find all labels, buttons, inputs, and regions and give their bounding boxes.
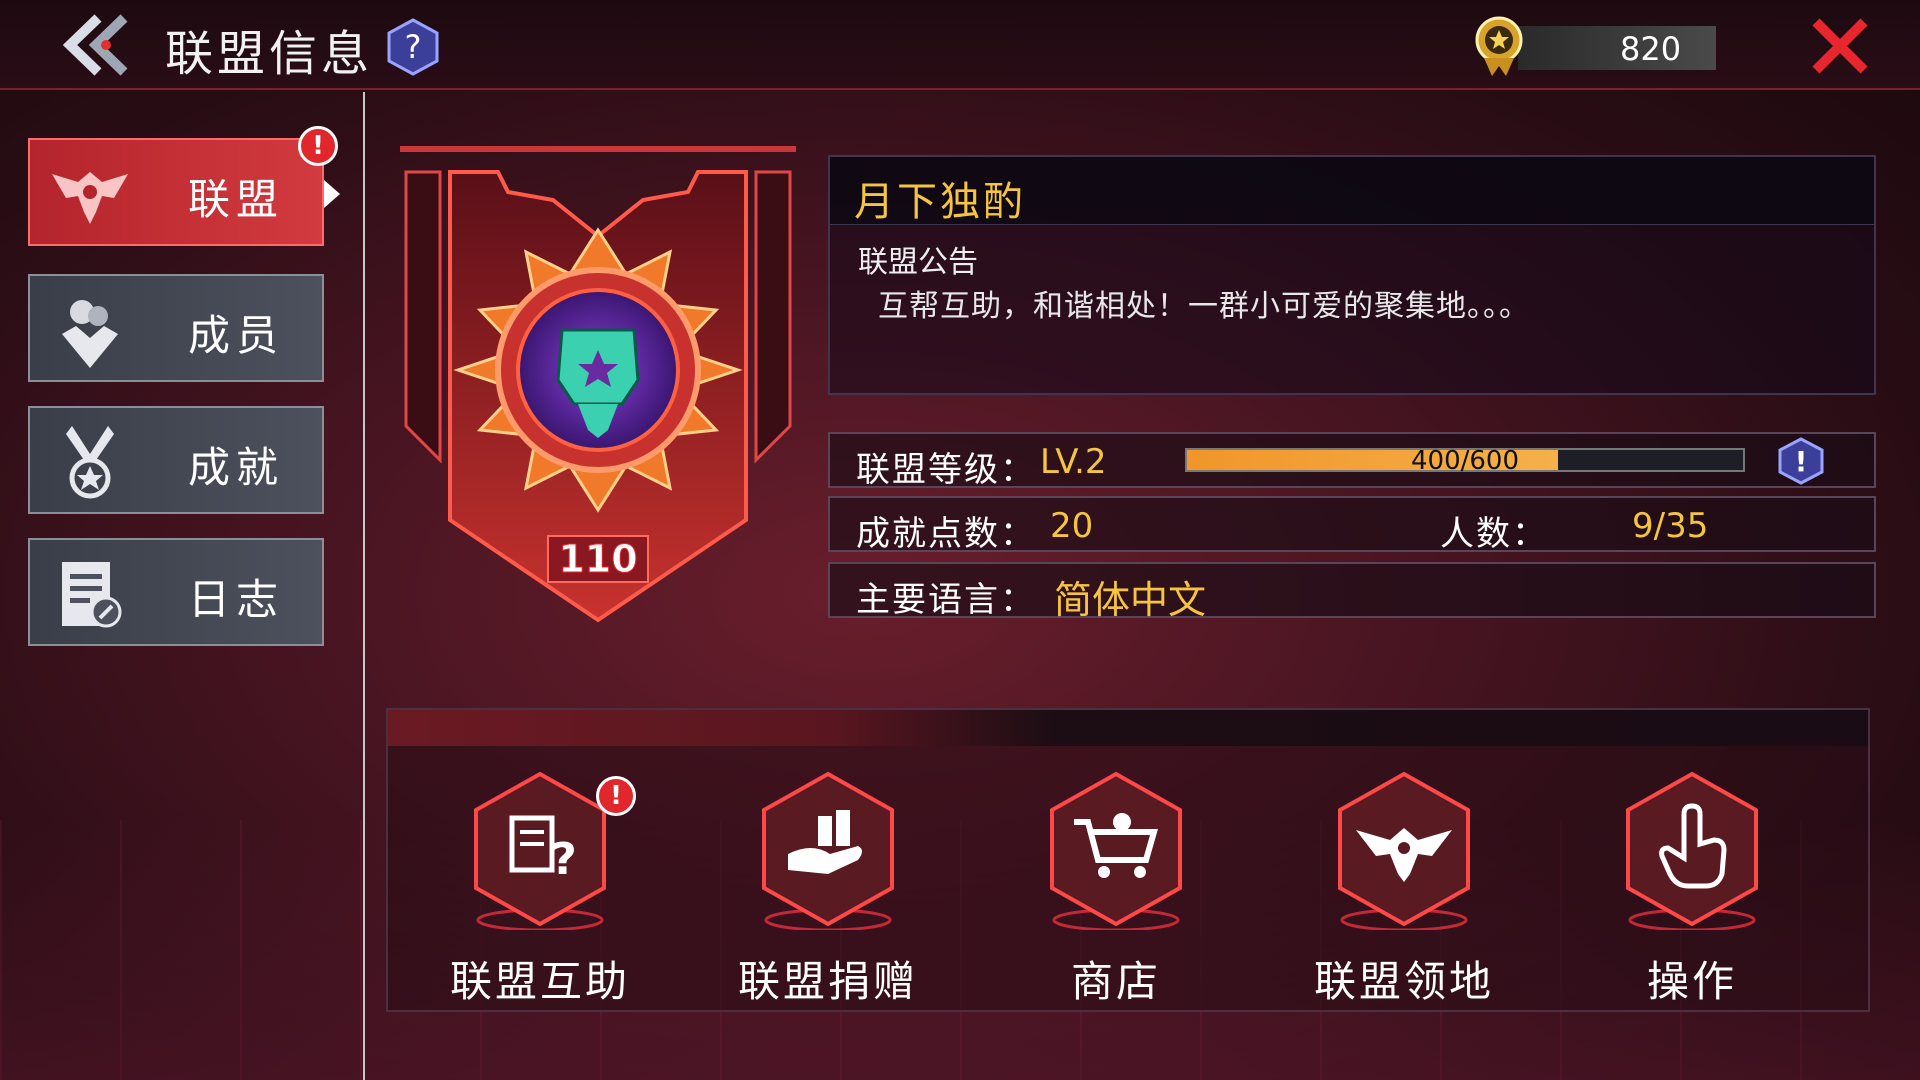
actions-header <box>388 710 1868 746</box>
sidebar-item-label: 日志 <box>188 575 285 624</box>
alliance-emblem: 110 <box>398 140 798 630</box>
action-label: 联盟捐赠 <box>737 957 918 1006</box>
donate-icon <box>762 771 894 930</box>
help-label: ? <box>405 28 422 66</box>
action-label: 联盟领地 <box>1313 957 1494 1006</box>
action-shop[interactable]: 商店 <box>996 770 1236 1010</box>
close-icon <box>1812 18 1868 74</box>
sidebar: 联盟 ! 成员 成就 日志 <box>0 92 365 1080</box>
action-label: 操作 <box>1646 957 1737 1006</box>
currency-display: 820 <box>1470 14 1730 78</box>
notice-text: 互帮互助，和谐相处！一群小可爱的聚集地。。。 <box>878 289 1530 324</box>
tap-hand-icon <box>1626 771 1758 930</box>
sidebar-item-label: 成员 <box>188 311 285 360</box>
currency-bar <box>1518 26 1716 70</box>
exp-progress-text: 400/600 <box>1410 446 1519 476</box>
winged-emblem-icon <box>52 172 128 224</box>
top-bar: 联盟信息 ? 820 <box>0 0 1920 90</box>
notice-title: 联盟公告 <box>858 245 978 280</box>
help-icon: ? <box>387 18 439 76</box>
achievement-label: 成就点数： <box>856 514 1036 554</box>
exp-progress-bar: 400/600 <box>1185 446 1745 476</box>
alert-badge: ! <box>596 776 636 816</box>
sidebar-item-label: 成就 <box>188 443 285 492</box>
language-row: 主要语言： 简体中文 <box>828 562 1876 622</box>
action-alliance-help[interactable]: ? ! 联盟互助 <box>420 770 660 1010</box>
action-operate[interactable]: 操作 <box>1572 770 1812 1010</box>
language-label: 主要语言： <box>856 580 1036 620</box>
members-icon <box>62 300 118 368</box>
alliance-name: 月下独酌 <box>830 157 1874 225</box>
sidebar-item-alliance[interactable]: 联盟 ! <box>28 126 340 246</box>
members-label: 人数： <box>1440 514 1548 554</box>
action-alliance-donate[interactable]: 联盟捐赠 <box>708 770 948 1010</box>
help-button[interactable]: ? <box>387 18 439 76</box>
svg-text:?: ? <box>551 834 577 885</box>
emblem-level-text: 110 <box>558 537 637 581</box>
level-value: LV.2 <box>1040 442 1107 482</box>
territory-icon <box>1338 771 1470 930</box>
alert-badge: ! <box>298 126 338 166</box>
help-request-icon: ? <box>474 771 606 930</box>
action-territory[interactable]: 联盟领地 <box>1284 770 1524 1010</box>
level-info-label: ! <box>1795 445 1808 478</box>
actions-panel: ? ! 联盟互助 联盟捐赠 商店 联盟领地 操作 <box>386 708 1870 1012</box>
alliance-badge-icon: 110 <box>400 146 796 623</box>
sidebar-item-log[interactable]: 日志 <box>28 538 324 646</box>
shop-cart-icon <box>1050 771 1182 930</box>
double-chevron-left-icon <box>62 14 128 76</box>
medal-icon <box>1475 16 1523 76</box>
members-value: 9/35 <box>1632 506 1709 546</box>
sidebar-item-achievements[interactable]: 成就 <box>28 406 324 514</box>
action-label: 商店 <box>1070 957 1161 1006</box>
page-title: 联盟信息 <box>165 26 374 82</box>
exclamation-hex-icon: ! <box>1778 437 1824 485</box>
level-label: 联盟等级： <box>856 450 1036 490</box>
achievement-row: 成就点数： 20 人数： 9/35 <box>828 496 1876 554</box>
currency-value: 820 <box>1620 30 1682 68</box>
log-document-icon <box>62 562 122 628</box>
sidebar-item-label: 联盟 <box>188 175 285 224</box>
close-button[interactable] <box>1808 14 1872 78</box>
alliance-info-box: 月下独酌 联盟公告 互帮互助，和谐相处！一群小可爱的聚集地。。。 <box>828 155 1876 395</box>
achievement-medal-icon <box>66 426 114 499</box>
active-pointer <box>324 180 340 208</box>
action-label: 联盟互助 <box>449 957 630 1006</box>
achievement-value: 20 <box>1050 506 1094 546</box>
level-row: 联盟等级： LV.2 400/600 ! <box>828 432 1876 490</box>
back-button[interactable] <box>58 10 138 80</box>
level-info-button[interactable]: ! <box>1778 437 1824 485</box>
language-value: 简体中文 <box>1054 578 1207 622</box>
sidebar-item-members[interactable]: 成员 <box>28 274 324 382</box>
